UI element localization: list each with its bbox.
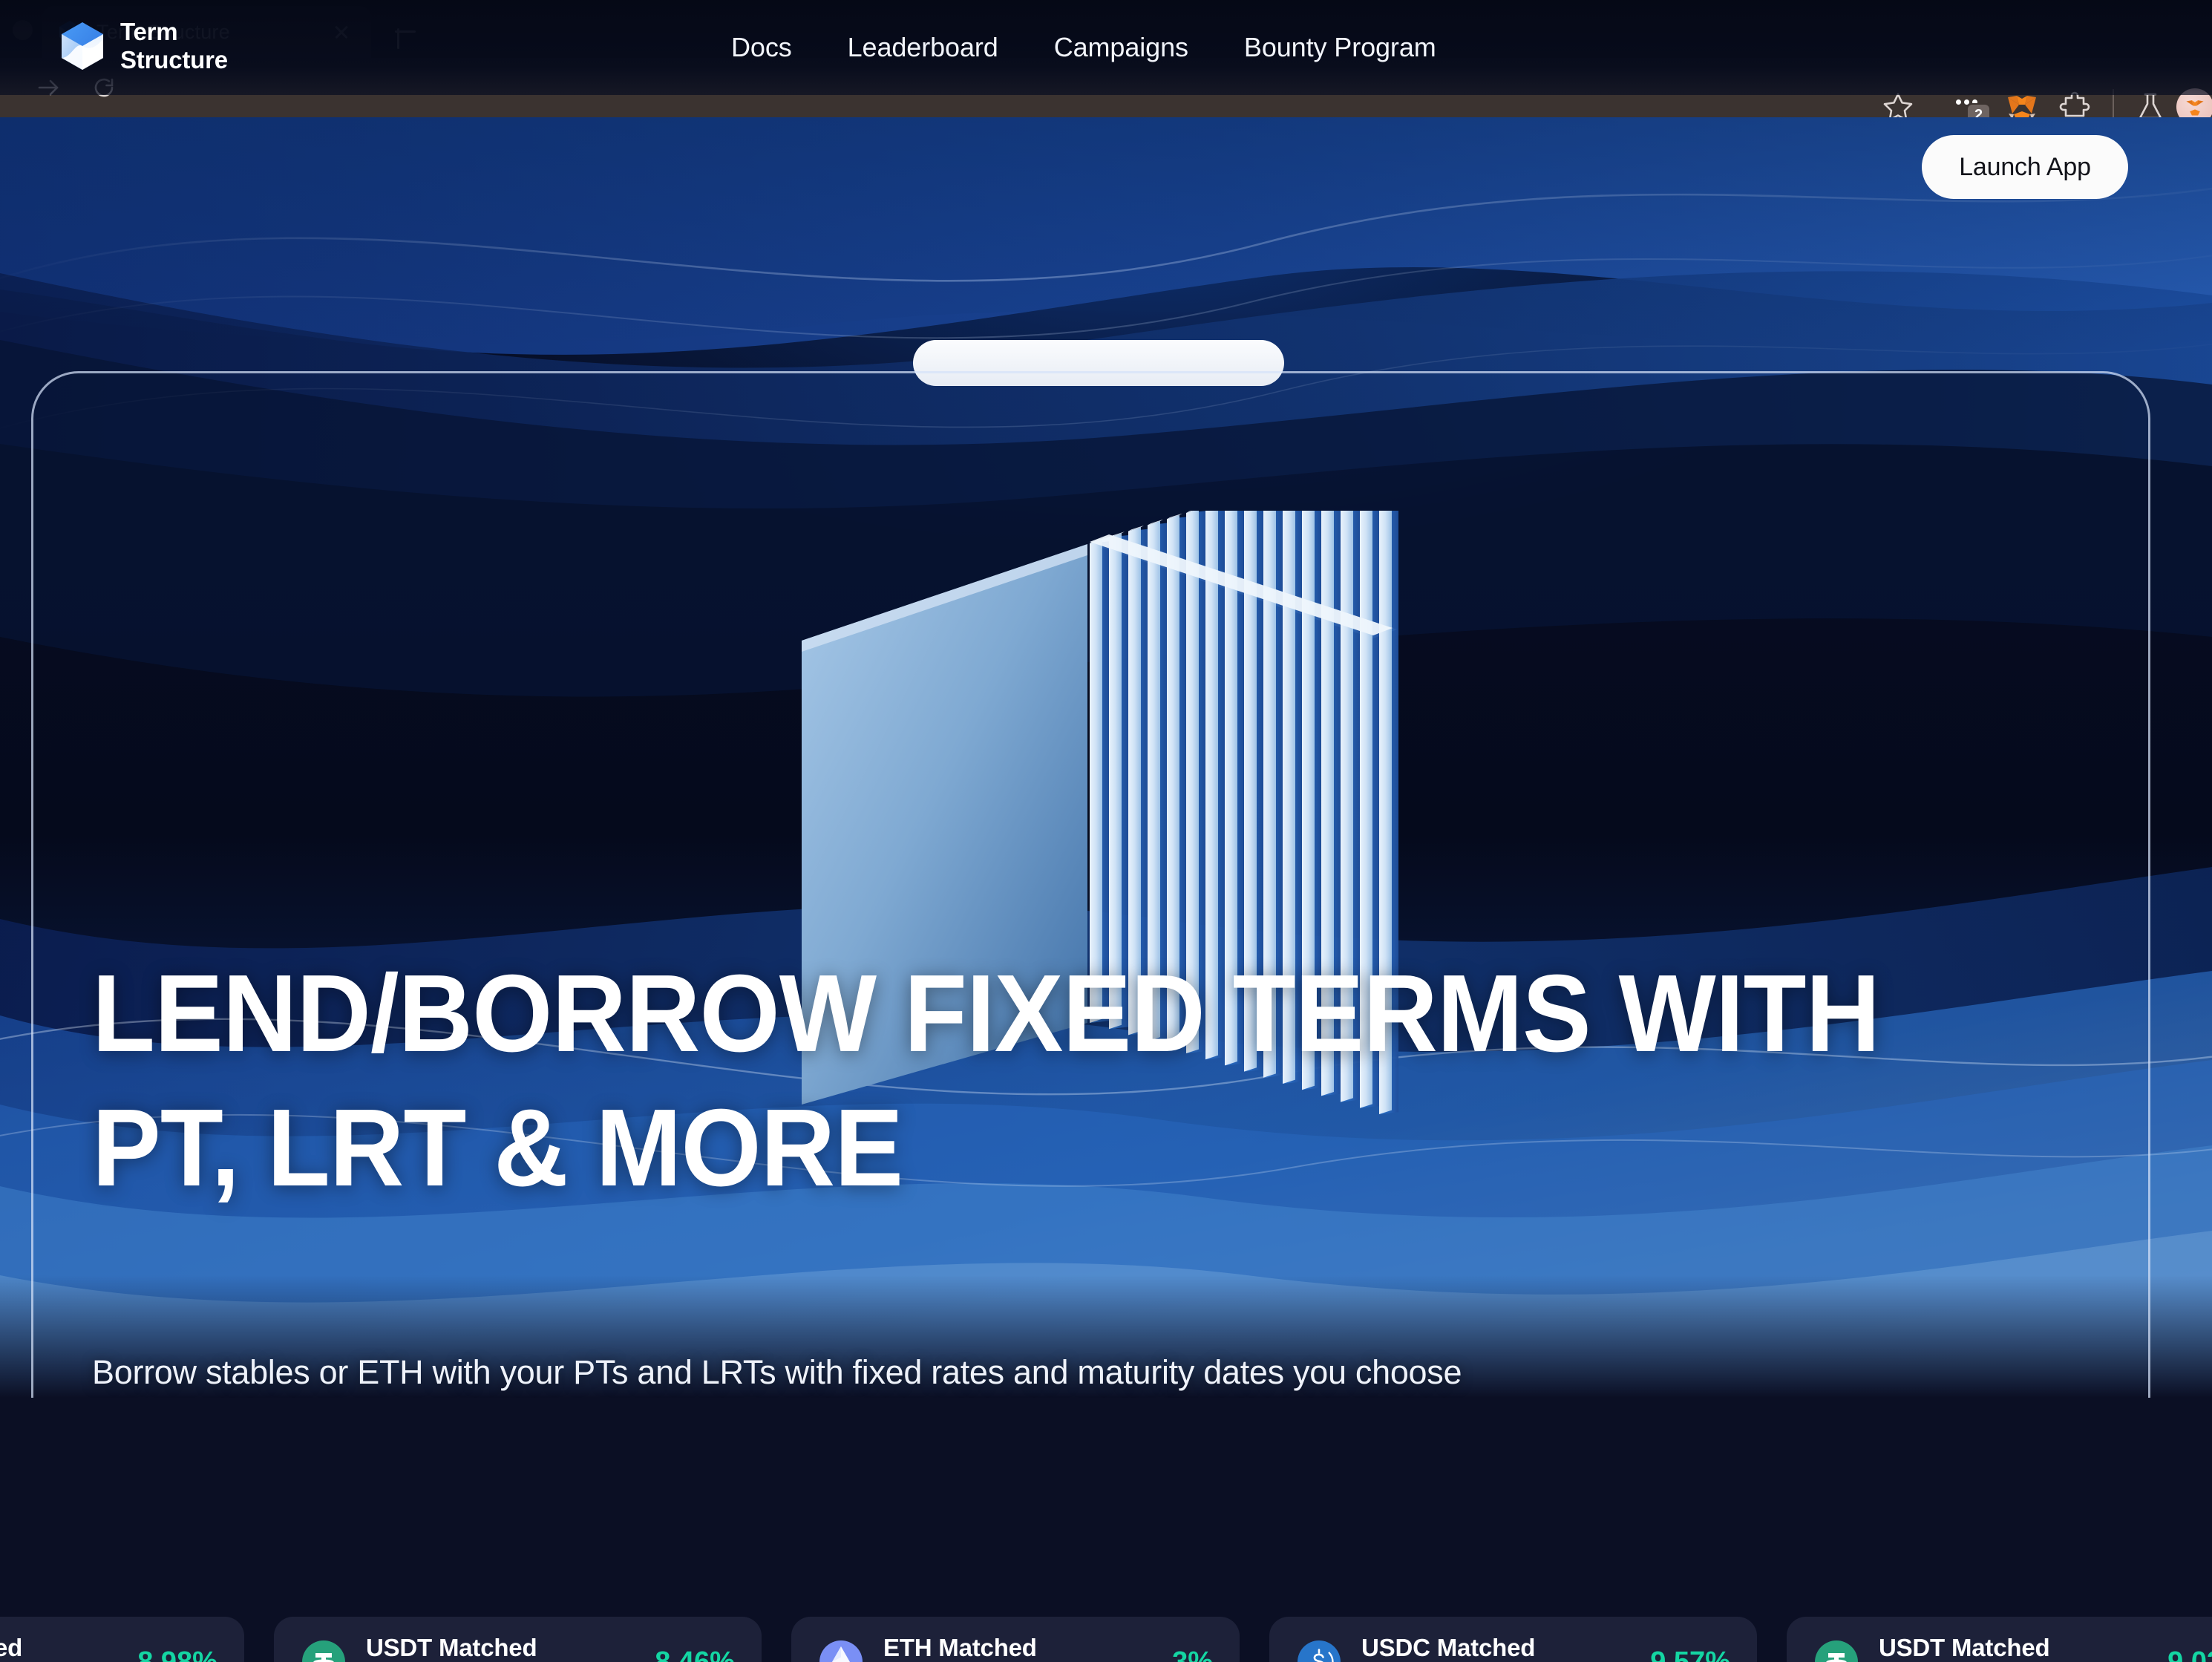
nav-link-campaigns[interactable]: Campaigns: [1054, 32, 1188, 63]
ticker-card-name: USDT Matched: [365, 1634, 537, 1661]
page-title: Lend/Borrow Fixed Terms With PT, LRT & M…: [92, 952, 1880, 1209]
ticker-rail[interactable]: USDC MatchedMaturity Date27 Sep, 2024 8.9…: [0, 1617, 2212, 1662]
nav-link-docs[interactable]: Docs: [731, 32, 792, 63]
brand-name-line1: Term: [120, 18, 178, 45]
ticker-card-rate: 9.03%: [2167, 1646, 2212, 1662]
brand-logo-lockup[interactable]: Term Structure: [59, 18, 228, 73]
ticker-card-name: USDC Matched: [0, 1634, 23, 1661]
main-navigation: Docs Leaderboard Campaigns Bounty Progra…: [731, 0, 1436, 95]
ticker-card-body: USDC MatchedMaturity Date27 Sep, 2024: [0, 1634, 103, 1662]
webpage-viewport: Lend/Borrow Fixed Terms With PT, LRT & M…: [0, 117, 2212, 1662]
usdt-icon: [1813, 1639, 1859, 1662]
ticker-card-name: USDC Matched: [1361, 1634, 1536, 1661]
hero-copy: Lend/Borrow Fixed Terms With PT, LRT & M…: [0, 117, 2212, 1398]
ticker-card-rate: 8.46%: [655, 1646, 735, 1662]
term-structure-cube-logo: [59, 21, 105, 71]
matched-rates-ticker: USDC MatchedMaturity Date27 Sep, 2024 8.9…: [0, 1398, 2212, 1662]
nav-link-bounty-program[interactable]: Bounty Program: [1244, 32, 1436, 63]
ticker-card-body: USDC MatchedMaturity Date27 Dec, 2024: [1361, 1634, 1616, 1662]
eth-icon: [818, 1639, 864, 1662]
brand-name-line2: Structure: [120, 45, 228, 73]
usdc-icon: [1296, 1639, 1342, 1662]
usdt-icon: [301, 1639, 347, 1662]
hero-subtitle: Borrow stables or ETH with your PTs and …: [92, 1353, 1462, 1391]
brand-name: Term Structure: [120, 18, 228, 73]
ticker-card-body: ETH MatchedMaturity Date27 Dec, 2024: [883, 1634, 1138, 1662]
ticker-card-name: USDT Matched: [1878, 1634, 2050, 1661]
ticker-card-rate: 9.57%: [1650, 1646, 1730, 1662]
ticker-card[interactable]: USDC MatchedMaturity Date27 Sep, 2024 8.9…: [0, 1617, 244, 1662]
ticker-card[interactable]: USDT MatchedMaturity Date27 Sep, 2024 8.4…: [273, 1617, 762, 1662]
ticker-card-rate: 8.98%: [137, 1646, 217, 1662]
ticker-card-body: USDT MatchedMaturity Date27 Sep, 2024: [366, 1634, 621, 1662]
ticker-card-name: ETH Matched: [883, 1634, 1037, 1661]
nav-link-leaderboard[interactable]: Leaderboard: [848, 32, 998, 63]
launch-app-button[interactable]: Launch App: [1922, 135, 2128, 199]
ticker-card[interactable]: USDC MatchedMaturity Date27 Dec, 2024 9.5…: [1269, 1617, 1757, 1662]
ticker-card[interactable]: USDT MatchedMaturity Date27 Dec, 2024 9.0…: [1786, 1617, 2212, 1662]
ticker-card-body: USDT MatchedMaturity Date27 Dec, 2024: [1879, 1634, 2133, 1662]
ticker-card-rate: 3%: [1172, 1646, 1214, 1662]
ticker-card[interactable]: ETH MatchedMaturity Date27 Dec, 2024 3%: [791, 1617, 1240, 1662]
site-header: Term Structure Docs Leaderboard Campaign…: [0, 0, 2212, 95]
